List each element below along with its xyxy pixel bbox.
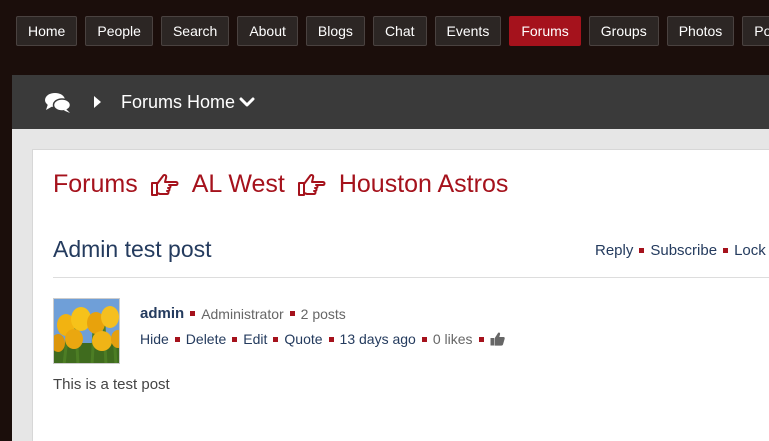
nav-events[interactable]: Events — [434, 16, 502, 46]
post-author[interactable]: admin — [140, 305, 184, 322]
nav-groups[interactable]: Groups — [588, 16, 659, 46]
topic-title: Admin test post — [53, 236, 212, 262]
breadcrumb-houston-astros[interactable]: Houston Astros — [339, 170, 509, 199]
post-meta: admin Administrator 2 posts — [140, 305, 346, 322]
tulips-image — [54, 299, 119, 363]
separator-dot — [478, 336, 484, 342]
separator-dot — [723, 248, 729, 253]
avatar[interactable] — [53, 298, 120, 364]
post-actions: Hide Delete Edit Quote 13 days ago 0 lik… — [140, 331, 505, 347]
separator-dot — [639, 248, 645, 253]
chevron-down-icon — [239, 97, 255, 107]
forums-home-dropdown[interactable]: Forums Home — [121, 90, 255, 114]
separator-dot — [289, 311, 295, 316]
separator-dot — [232, 336, 238, 342]
author-post-count: 2 posts — [300, 305, 346, 322]
hand-point-right-icon — [297, 173, 326, 196]
post-timestamp-link[interactable]: 13 days ago — [340, 331, 416, 347]
subscribe-link[interactable]: Subscribe — [650, 242, 717, 259]
breadcrumb-forums[interactable]: Forums — [53, 170, 138, 199]
hand-point-right-icon — [150, 173, 179, 196]
separator-dot — [174, 336, 180, 342]
reply-link[interactable]: Reply — [595, 242, 633, 259]
divider — [53, 277, 769, 278]
hide-link[interactable]: Hide — [140, 331, 169, 347]
delete-link[interactable]: Delete — [186, 331, 226, 347]
post-body: This is a test post — [53, 376, 170, 393]
forums-home-label: Forums Home — [121, 91, 236, 112]
breadcrumb-al-west[interactable]: AL West — [192, 170, 285, 199]
nav-forums[interactable]: Forums — [509, 16, 581, 46]
separator-dot — [273, 336, 279, 342]
author-role: Administrator — [201, 305, 284, 322]
nav-chat[interactable]: Chat — [372, 16, 427, 46]
separator-dot — [190, 311, 196, 316]
topic-actions: Reply Subscribe Lock — [595, 242, 766, 259]
nav-search[interactable]: Search — [160, 16, 230, 46]
caret-right-icon[interactable] — [92, 95, 102, 109]
separator-dot — [328, 336, 334, 342]
chat-bubbles-icon — [45, 93, 71, 113]
nav-people[interactable]: People — [85, 16, 153, 46]
breadcrumb: Forums AL West Houston Astros — [53, 170, 508, 199]
edit-link[interactable]: Edit — [243, 331, 267, 347]
nav-photos[interactable]: Photos — [666, 16, 735, 46]
nav-polls[interactable]: Polls — [742, 16, 769, 46]
nav-blogs[interactable]: Blogs — [305, 16, 365, 46]
separator-dot — [421, 336, 427, 342]
like-count: 0 likes — [432, 331, 473, 347]
thumbs-up-icon[interactable] — [490, 332, 505, 346]
nav-about[interactable]: About — [237, 16, 298, 46]
forum-header-bar: Forums Home — [12, 75, 769, 129]
content-panel: Forums AL West Houston Astros Admin test… — [32, 149, 769, 441]
quote-link[interactable]: Quote — [284, 331, 322, 347]
lock-link[interactable]: Lock — [734, 242, 766, 259]
main-nav: Home People Search About Blogs Chat Even… — [16, 16, 769, 46]
nav-home[interactable]: Home — [16, 16, 78, 46]
